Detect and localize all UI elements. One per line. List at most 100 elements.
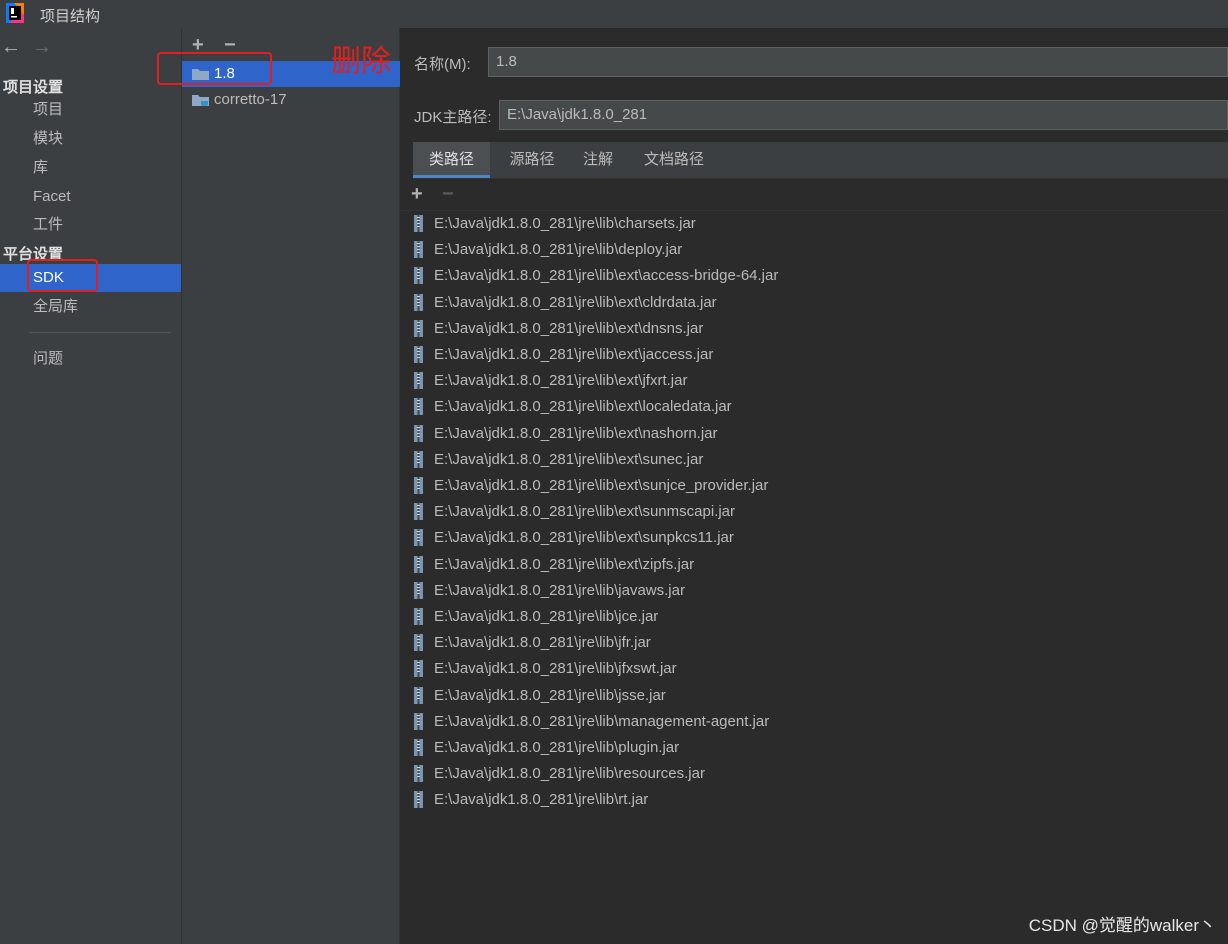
classpath-entry[interactable]: E:\Java\jdk1.8.0_281\jre\lib\jfxswt.jar — [400, 656, 1228, 682]
classpath-toolbar: + − — [400, 179, 1228, 211]
classpath-entry[interactable]: E:\Java\jdk1.8.0_281\jre\lib\jfr.jar — [400, 630, 1228, 656]
jar-archive-icon — [414, 372, 423, 390]
nav-item-artifacts[interactable]: 工件 — [0, 211, 181, 239]
sdk-list-panel: + − 1.8 corretto-17 — [181, 28, 400, 944]
sdk-item-label: corretto-17 — [214, 91, 287, 108]
classpath-entry[interactable]: E:\Java\jdk1.8.0_281\jre\lib\ext\access-… — [400, 263, 1228, 289]
jar-archive-icon — [414, 477, 423, 494]
classpath-entry-path: E:\Java\jdk1.8.0_281\jre\lib\jfr.jar — [434, 634, 651, 652]
classpath-entry-path: E:\Java\jdk1.8.0_281\jre\lib\ext\dnsns.j… — [434, 319, 704, 337]
remove-classpath-button[interactable]: − — [442, 183, 454, 205]
classpath-entry-path: E:\Java\jdk1.8.0_281\jre\lib\rt.jar — [434, 791, 649, 809]
classpath-entry[interactable]: E:\Java\jdk1.8.0_281\jre\lib\ext\dnsns.j… — [400, 316, 1228, 342]
name-label: 名称(M): — [414, 56, 471, 73]
classpath-entry[interactable]: E:\Java\jdk1.8.0_281\jre\lib\deploy.jar — [400, 237, 1228, 263]
classpath-entry[interactable]: E:\Java\jdk1.8.0_281\jre\lib\plugin.jar — [400, 735, 1228, 761]
name-field[interactable]: 1.8 — [488, 47, 1228, 77]
classpath-entry-path: E:\Java\jdk1.8.0_281\jre\lib\jfxswt.jar — [434, 660, 677, 678]
jar-archive-icon — [414, 215, 423, 232]
jar-archive-icon — [414, 398, 423, 416]
jdk-home-field[interactable]: E:\Java\jdk1.8.0_281 — [499, 100, 1228, 130]
classpath-entry[interactable]: E:\Java\jdk1.8.0_281\jre\lib\ext\sunpkcs… — [400, 525, 1228, 551]
jar-archive-icon — [414, 660, 423, 678]
jar-archive-icon — [414, 529, 423, 547]
intellij-app-icon — [6, 3, 24, 23]
classpath-entry-path: E:\Java\jdk1.8.0_281\jre\lib\ext\jaccess… — [434, 346, 714, 363]
jar-archive-icon — [414, 424, 423, 442]
classpath-entry[interactable]: E:\Java\jdk1.8.0_281\jre\lib\ext\nashorn… — [400, 421, 1228, 447]
classpath-entry[interactable]: E:\Java\jdk1.8.0_281\jre\lib\ext\jfxrt.j… — [400, 368, 1228, 394]
jar-archive-icon — [414, 686, 423, 704]
jar-archive-icon — [414, 346, 423, 363]
annotation-box-nav-sdk — [27, 259, 98, 292]
classpath-entry-path: E:\Java\jdk1.8.0_281\jre\lib\jsse.jar — [434, 686, 666, 704]
classpath-entry[interactable]: E:\Java\jdk1.8.0_281\jre\lib\ext\jaccess… — [400, 342, 1228, 368]
jar-archive-icon — [414, 791, 423, 809]
jar-archive-icon — [414, 634, 423, 652]
tab-classpath[interactable]: 类路径 — [413, 142, 490, 178]
jar-archive-icon — [414, 765, 423, 783]
jar-archive-icon — [414, 319, 423, 337]
nav-item-libraries[interactable]: 库 — [0, 154, 181, 182]
classpath-entry[interactable]: E:\Java\jdk1.8.0_281\jre\lib\ext\sunmsca… — [400, 499, 1228, 525]
classpath-entry-path: E:\Java\jdk1.8.0_281\jre\lib\ext\cldrdat… — [434, 293, 717, 311]
jar-archive-icon — [414, 293, 423, 311]
classpath-entry[interactable]: E:\Java\jdk1.8.0_281\jre\lib\ext\zipfs.j… — [400, 552, 1228, 578]
tab-documentation-paths[interactable]: 文档路径 — [634, 142, 714, 178]
nav-separator — [30, 332, 170, 333]
annotation-delete-text: 删除 — [331, 45, 391, 78]
project-settings-header: 项目设置 — [3, 79, 64, 96]
classpath-entry-path: E:\Java\jdk1.8.0_281\jre\lib\ext\nashorn… — [434, 424, 718, 442]
classpath-entry[interactable]: E:\Java\jdk1.8.0_281\jre\lib\ext\localed… — [400, 394, 1228, 420]
classpath-entry[interactable]: E:\Java\jdk1.8.0_281\jre\lib\charsets.ja… — [400, 211, 1228, 237]
jar-archive-icon — [414, 739, 423, 756]
settings-nav-panel: ← → 项目设置 项目 模块 库 Facet 工件 平台设置 SDK 全局库 问… — [0, 28, 181, 944]
classpath-entry[interactable]: E:\Java\jdk1.8.0_281\jre\lib\jsse.jar — [400, 683, 1228, 709]
jar-archive-icon — [414, 241, 423, 259]
classpath-entry[interactable]: E:\Java\jdk1.8.0_281\jre\lib\ext\sunec.j… — [400, 447, 1228, 473]
classpath-entry-path: E:\Java\jdk1.8.0_281\jre\lib\management-… — [434, 712, 770, 730]
classpath-entry[interactable]: E:\Java\jdk1.8.0_281\jre\lib\ext\sunjce_… — [400, 473, 1228, 499]
jdk-home-label: JDK主路径: — [414, 109, 492, 126]
jar-archive-icon — [414, 450, 423, 468]
classpath-entry-path: E:\Java\jdk1.8.0_281\jre\lib\ext\jfxrt.j… — [434, 372, 688, 390]
tab-sourcepath[interactable]: 源路径 — [496, 142, 568, 178]
arrow-left-icon[interactable]: ← — [1, 36, 21, 58]
classpath-entry-path: E:\Java\jdk1.8.0_281\jre\lib\resources.j… — [434, 765, 705, 783]
nav-item-facets[interactable]: Facet — [0, 183, 181, 211]
classpath-entry-path: E:\Java\jdk1.8.0_281\jre\lib\ext\sunmsca… — [434, 503, 735, 521]
classpath-entry-path: E:\Java\jdk1.8.0_281\jre\lib\charsets.ja… — [434, 215, 696, 232]
classpath-entry-path: E:\Java\jdk1.8.0_281\jre\lib\ext\localed… — [434, 398, 732, 416]
classpath-entry-path: E:\Java\jdk1.8.0_281\jre\lib\javaws.jar — [434, 581, 685, 599]
jar-archive-icon — [414, 555, 423, 573]
annotation-box-sdk-item — [157, 52, 272, 85]
jar-archive-icon — [414, 267, 423, 285]
jar-archive-icon — [414, 503, 423, 521]
arrow-right-icon[interactable]: → — [32, 36, 52, 58]
classpath-entry-path: E:\Java\jdk1.8.0_281\jre\lib\ext\sunpkcs… — [434, 529, 734, 547]
classpath-entry-path: E:\Java\jdk1.8.0_281\jre\lib\plugin.jar — [434, 739, 680, 756]
classpath-entry[interactable]: E:\Java\jdk1.8.0_281\jre\lib\resources.j… — [400, 761, 1228, 787]
classpath-entry-path: E:\Java\jdk1.8.0_281\jre\lib\ext\sunec.j… — [434, 450, 704, 468]
classpath-entry[interactable]: E:\Java\jdk1.8.0_281\jre\lib\jce.jar — [400, 604, 1228, 630]
classpath-entry[interactable]: E:\Java\jdk1.8.0_281\jre\lib\ext\cldrdat… — [400, 290, 1228, 316]
sdk-item-corretto-17[interactable]: corretto-17 — [182, 87, 400, 113]
classpath-entry[interactable]: E:\Java\jdk1.8.0_281\jre\lib\javaws.jar — [400, 578, 1228, 604]
add-classpath-button[interactable]: + — [411, 183, 423, 205]
tabs-bar: 类路径 源路径 注解 文档路径 — [413, 142, 1228, 179]
classpath-entry[interactable]: E:\Java\jdk1.8.0_281\jre\lib\management-… — [400, 709, 1228, 735]
nav-item-problems[interactable]: 问题 — [0, 345, 181, 373]
nav-item-project[interactable]: 项目 — [0, 96, 181, 124]
classpath-entry[interactable]: E:\Java\jdk1.8.0_281\jre\lib\rt.jar — [400, 787, 1228, 813]
nav-item-modules[interactable]: 模块 — [0, 125, 181, 153]
jar-archive-icon — [414, 608, 423, 625]
tab-annotations[interactable]: 注解 — [573, 142, 623, 178]
sdk-details-panel: 名称(M): 1.8 JDK主路径: E:\Java\jdk1.8.0_281 … — [400, 28, 1228, 944]
classpath-entry-path: E:\Java\jdk1.8.0_281\jre\lib\ext\access-… — [434, 267, 779, 285]
window-title: 项目结构 — [40, 8, 101, 25]
nav-item-global-libraries[interactable]: 全局库 — [0, 293, 181, 321]
jar-archive-icon — [414, 712, 423, 730]
title-bar: 项目结构 — [0, 0, 1228, 28]
jar-archive-icon — [414, 581, 423, 599]
classpath-entry-path: E:\Java\jdk1.8.0_281\jre\lib\deploy.jar — [434, 241, 683, 259]
